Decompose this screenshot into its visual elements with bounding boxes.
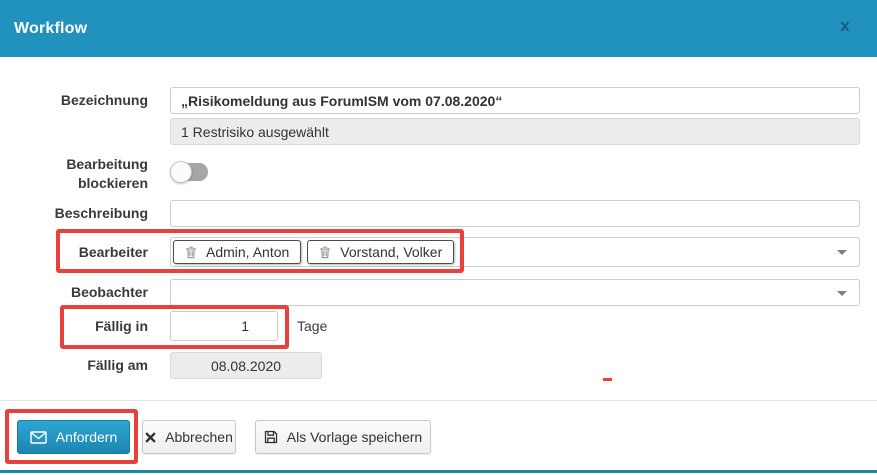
- bezeichnung-label: Bezeichnung: [0, 87, 148, 114]
- chevron-down-icon: [837, 250, 847, 255]
- toggle-knob: [170, 161, 192, 183]
- faellig-in-suffix: Tage: [297, 311, 327, 341]
- bearbeitung-blockieren-label: Bearbeitung blockieren: [0, 155, 148, 193]
- bearbeiter-tag-name: Vorstand, Volker: [340, 244, 442, 260]
- bearbeiter-tag[interactable]: Admin, Anton: [173, 240, 301, 264]
- bezeichnung-input[interactable]: [170, 87, 860, 114]
- trash-icon[interactable]: [185, 246, 197, 259]
- restrisiko-field: [170, 118, 860, 145]
- cancel-x-icon: [145, 432, 156, 443]
- save-icon: [264, 430, 278, 444]
- dialog-header: Workflow x: [0, 0, 877, 57]
- faellig-am-label: Fällig am: [0, 352, 148, 379]
- dialog-bottom-border: [0, 470, 877, 473]
- envelope-icon: [30, 431, 47, 444]
- anfordern-button-label: Anfordern: [56, 429, 117, 445]
- anfordern-button[interactable]: Anfordern: [17, 420, 130, 454]
- annotation-red-dash: [603, 378, 612, 381]
- bearbeiter-tag-name: Admin, Anton: [206, 244, 289, 260]
- als-vorlage-speichern-label: Als Vorlage speichern: [287, 429, 422, 445]
- faellig-in-input[interactable]: [170, 311, 278, 341]
- footer-divider: [0, 400, 877, 401]
- bearbeitung-blockieren-toggle[interactable]: [170, 162, 210, 182]
- dialog-title: Workflow: [14, 20, 87, 38]
- bearbeiter-multiselect[interactable]: Admin, Anton Vorstand, Volker: [170, 237, 860, 267]
- faellig-in-label: Fällig in: [0, 311, 148, 341]
- bearbeiter-tag[interactable]: Vorstand, Volker: [307, 240, 454, 264]
- bearbeiter-tags: Admin, Anton Vorstand, Volker: [173, 240, 454, 264]
- faellig-am-field: [170, 352, 322, 379]
- close-icon[interactable]: x: [833, 14, 857, 38]
- beobachter-multiselect[interactable]: [170, 279, 860, 306]
- als-vorlage-speichern-button[interactable]: Als Vorlage speichern: [255, 420, 431, 454]
- workflow-dialog: Workflow x Bezeichnung Bearbeitung block…: [0, 0, 877, 475]
- abbrechen-button[interactable]: Abbrechen: [142, 420, 236, 454]
- beschreibung-label: Beschreibung: [0, 200, 148, 227]
- abbrechen-button-label: Abbrechen: [165, 429, 233, 445]
- trash-icon[interactable]: [319, 246, 331, 259]
- beobachter-label: Beobachter: [0, 279, 148, 306]
- chevron-down-icon: [837, 291, 847, 296]
- beschreibung-input[interactable]: [170, 200, 860, 227]
- bearbeiter-label: Bearbeiter: [0, 237, 148, 267]
